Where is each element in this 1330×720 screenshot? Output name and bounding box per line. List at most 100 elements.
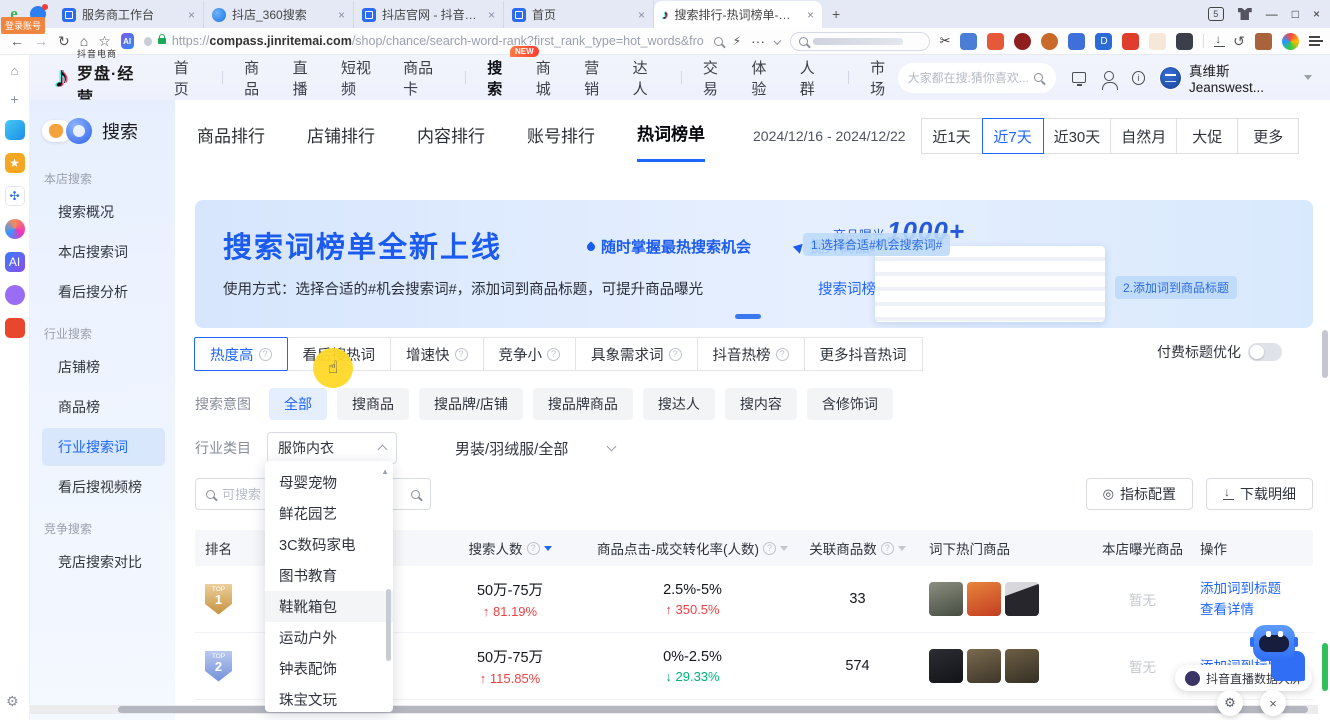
filter-tab-douyin-hot[interactable]: 抖音热榜? [697,337,805,371]
tab-close-icon[interactable]: × [188,8,195,22]
app-shortcut-icon-2[interactable]: ✣ [5,186,25,206]
sidebar-item-search-overview[interactable]: 搜索概况 [42,193,165,231]
product-thumbnail[interactable] [1005,582,1039,616]
puzzle-extension-icon[interactable] [1176,33,1193,50]
menu-item-product[interactable]: 商品 [244,57,271,99]
header-search-input[interactable] [908,71,1028,85]
app-shortcut-icon-1[interactable] [5,120,25,140]
intent-talent[interactable]: 搜达人 [643,388,715,420]
profile-colorful-icon[interactable] [1282,33,1299,50]
product-thumbnail[interactable] [967,649,1001,683]
tab-account-rank[interactable]: 账号排行 [527,122,595,161]
header-search-users[interactable]: 搜索人数 ? [435,538,585,558]
game-app-icon[interactable] [5,318,25,338]
sort-caret-icon[interactable] [544,546,552,551]
intent-brand-product[interactable]: 搜品牌商品 [533,388,633,420]
promo-banner[interactable]: 搜索词榜单全新上线 随时掌握最热搜索机会 提升商品曝光 使用方式：选择合适的#机… [195,200,1313,328]
sidebar-item-shop-search-words[interactable]: 本店搜索词 [42,233,165,271]
filter-tab-concrete-demand[interactable]: 具象需求词? [575,337,698,371]
date-button-month[interactable]: 自然月 [1110,118,1177,154]
browser-tab-1[interactable]: 服务商工作台 × [54,1,204,28]
sort-caret-icon[interactable] [780,546,788,551]
add-word-link[interactable]: 添加词到标题 [1200,578,1281,599]
quick-access-icon[interactable]: ⚡ [733,34,741,48]
url-field[interactable]: https://compass.jinritemai.com/shop/chan… [144,34,704,48]
theme-icon[interactable] [1238,8,1252,20]
option-3c-digital[interactable]: 3C数码家电 [265,529,393,560]
add-shortcut-icon[interactable]: + [10,91,18,107]
product-thumbnail[interactable] [929,582,963,616]
search-icon[interactable] [1034,73,1043,82]
filter-tab-hot[interactable]: 热度高? [194,337,288,371]
date-button-30d[interactable]: 近30天 [1043,118,1112,154]
option-watch-accessories[interactable]: 钟表配饰 [265,653,393,684]
intent-content[interactable]: 搜内容 [725,388,797,420]
briefcase-icon[interactable] [1255,33,1272,50]
extension-icon-3[interactable] [1014,33,1031,50]
browser-tab-active[interactable]: ♪ 搜索排行-热词榜单-抖音电商 × [654,1,822,28]
assistant-robot-icon[interactable] [1253,625,1299,669]
extension-icon-4[interactable] [1041,33,1058,50]
account-avatar[interactable] [1159,66,1182,90]
intent-modifier[interactable]: 含修饰词 [807,388,893,420]
tab-content-rank[interactable]: 内容排行 [417,122,485,161]
account-chevron-icon[interactable] [1304,75,1312,80]
assistant-close-button[interactable]: × [1260,690,1286,716]
date-button-7d[interactable]: 近7天 [982,118,1044,154]
menu-item-market[interactable]: 市场 [870,57,897,99]
tab-hot-words[interactable]: 热词榜单 [637,120,705,162]
header-conversion[interactable]: 商品点击-成交转化率(人数) ? [585,538,800,558]
extension-icon-2[interactable] [987,33,1004,50]
reload-icon[interactable]: ↻ [58,33,70,50]
option-flower-garden[interactable]: 鲜花园艺 [265,498,393,529]
menu-item-mall[interactable]: 商城 [536,57,563,99]
intent-brand-shop[interactable]: 搜品牌/店铺 [419,388,523,420]
search-submit-icon[interactable] [411,490,420,499]
metric-config-button[interactable]: ◎ 指标配置 [1086,478,1193,510]
header-search-box[interactable] [898,63,1056,93]
intent-product[interactable]: 搜商品 [337,388,409,420]
user-icon[interactable] [1104,71,1114,81]
account-name[interactable]: 真维斯Jeanswest... [1189,60,1299,95]
site-info-icon[interactable] [144,37,152,46]
undo-icon[interactable]: ↺ [1233,33,1245,50]
chat-app-icon[interactable] [5,285,25,305]
header-related-products[interactable]: 关联商品数 ? [800,538,915,558]
menu-item-crowd[interactable]: 人群 [800,57,827,99]
date-button-promo[interactable]: 大促 [1176,118,1238,154]
menu-item-trade[interactable]: 交易 [703,57,730,99]
tab-close-icon[interactable]: × [338,8,345,22]
menu-item-card[interactable]: 商品卡 [403,57,444,99]
sort-caret-icon[interactable] [898,546,906,551]
new-tab-button[interactable]: + [832,6,840,22]
option-mother-baby-pet[interactable]: 母婴宠物 [265,467,393,498]
sidebar-item-watch-search-video-rank[interactable]: 看后搜视频榜 [42,468,165,506]
horizontal-scrollbar[interactable] [30,705,1318,714]
browser-tab-4[interactable]: 首页 × [504,1,654,28]
sidebar-item-industry-search-words[interactable]: 行业搜索词 [42,428,165,466]
menu-item-video[interactable]: 短视频 [341,57,382,99]
filter-tab-more-hot[interactable]: 更多抖音热词 [804,337,923,371]
close-button[interactable]: × [1313,7,1320,21]
extension-icon-5[interactable]: D [1095,33,1112,50]
chevron-down-icon[interactable] [774,37,782,45]
forward-icon[interactable]: → [34,33,48,49]
option-book-education[interactable]: 图书教育 [265,560,393,591]
menu-item-live[interactable]: 直播 [293,57,320,99]
product-thumbnail[interactable] [967,582,1001,616]
browser-tab-3[interactable]: 抖店官网 - 抖音小店, 抖音电 × [354,1,504,28]
filter-tab-fast-growth[interactable]: 增速快? [390,337,484,371]
menu-item-talent[interactable]: 达人 [633,57,660,99]
category-select[interactable]: 服饰内衣 [267,432,397,464]
paid-toggle-switch[interactable] [1248,343,1282,361]
browser-tab-2[interactable]: 抖店_360搜索 × [204,1,354,28]
menu-item-experience[interactable]: 体验 [751,57,778,99]
screenshot-icon[interactable]: ✂ [940,33,951,49]
scroll-up-icon[interactable]: ▲ [381,467,389,476]
ai-app-icon-2[interactable]: AI [5,252,25,272]
menu-item-home[interactable]: 首页 [174,57,201,99]
menu-icon[interactable] [1309,36,1320,46]
search-in-page-icon[interactable] [714,37,723,46]
back-icon[interactable]: ← [10,33,24,49]
menu-item-marketing[interactable]: 营销 [584,57,611,99]
